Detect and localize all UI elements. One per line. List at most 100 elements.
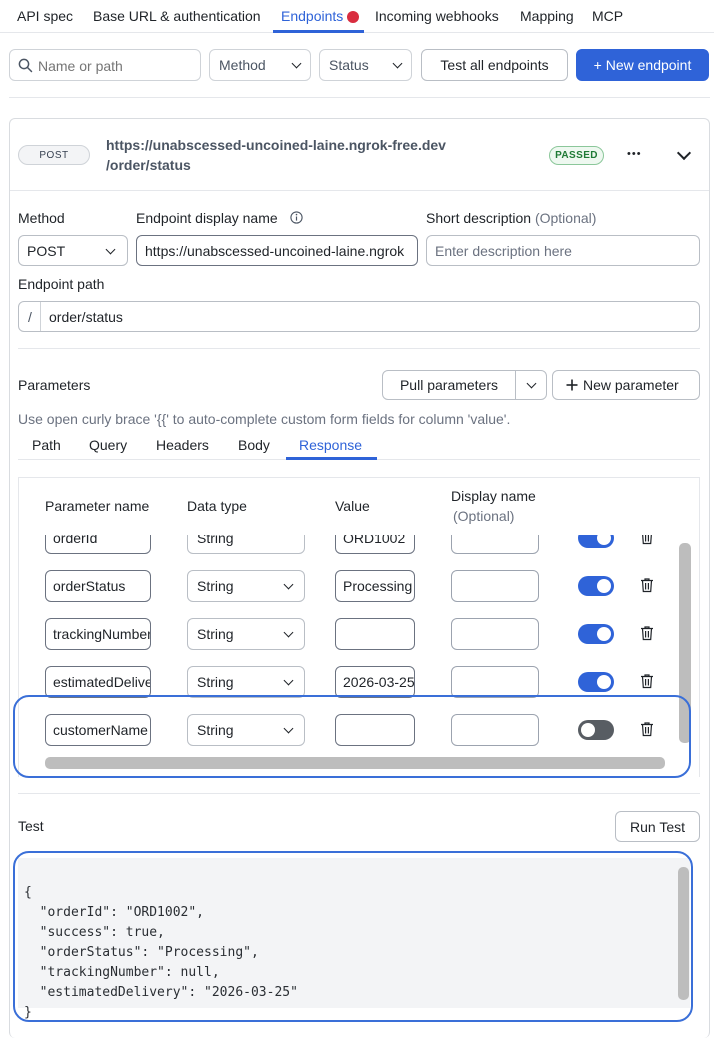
tab-response[interactable]: Response (299, 437, 362, 453)
trash-icon[interactable] (640, 535, 654, 545)
divider (18, 793, 700, 794)
pull-parameters-dropdown[interactable] (515, 370, 547, 400)
test-title: Test (18, 818, 44, 834)
param-type-select[interactable]: String (187, 570, 305, 602)
divider (18, 348, 700, 349)
table-row: trackingNumber String (19, 610, 699, 658)
response-highlight (13, 851, 693, 1022)
column-parameter-name: Parameter name (45, 498, 150, 514)
chevron-down-icon (526, 378, 537, 389)
status-filter-label: Status (329, 57, 369, 73)
path-prefix-divider (40, 302, 41, 331)
tab-incoming-webhooks[interactable]: Incoming webhooks (375, 8, 499, 24)
param-value-input[interactable]: 2026-03-25 (335, 666, 415, 698)
tab-headers[interactable]: Headers (156, 437, 209, 453)
tab-base-url-auth[interactable]: Base URL & authentication (93, 8, 261, 24)
short-description-input[interactable]: Enter description here (426, 235, 700, 266)
param-type-value: String (197, 674, 234, 690)
tab-body[interactable]: Body (238, 437, 270, 453)
param-name-input[interactable]: orderStatus (45, 570, 151, 602)
column-display-optional: (Optional) (453, 508, 515, 524)
param-value-input[interactable] (335, 618, 415, 650)
trash-icon[interactable] (640, 625, 654, 641)
endpoint-url-host[interactable]: https://unabscessed-uncoined-laine.ngrok… (106, 137, 446, 153)
param-type-value: String (197, 626, 234, 642)
param-type-value: String (197, 578, 234, 594)
top-tab-bar: API spec Base URL & authentication Endpo… (0, 0, 714, 33)
subtab-indicator (286, 457, 377, 460)
run-test-button[interactable]: Run Test (615, 811, 700, 842)
param-display-input[interactable] (451, 618, 539, 650)
parameters-hint: Use open curly brace '{{' to auto-comple… (18, 411, 511, 427)
divider (9, 97, 710, 98)
pull-parameters-button[interactable]: Pull parameters (382, 370, 516, 400)
method-label: Method (18, 210, 65, 226)
new-parameter-button[interactable]: New parameter (552, 370, 700, 400)
trash-icon[interactable] (640, 673, 654, 689)
new-endpoint-button[interactable]: + New endpoint (576, 49, 709, 81)
tab-query[interactable]: Query (89, 437, 127, 453)
tab-api-spec[interactable]: API spec (17, 8, 73, 24)
param-enabled-toggle[interactable] (578, 535, 614, 548)
tab-path[interactable]: Path (32, 437, 61, 453)
search-icon (18, 58, 33, 73)
endpoint-path-field: / order/status (18, 301, 700, 332)
param-enabled-toggle[interactable] (578, 576, 614, 596)
endpoint-path-label: Endpoint path (18, 276, 105, 292)
param-value-input[interactable]: ORD1002 (335, 535, 415, 554)
param-type-select[interactable]: String (187, 666, 305, 698)
info-icon[interactable] (290, 211, 303, 224)
path-prefix: / (28, 309, 32, 325)
chevron-down-icon (283, 579, 294, 590)
param-value-input[interactable]: Processing (335, 570, 415, 602)
divider (10, 190, 709, 191)
chevron-down-icon (283, 627, 294, 638)
status-badge: PASSED (549, 146, 604, 165)
active-tab-indicator (273, 30, 364, 33)
chevron-down-icon (283, 675, 294, 686)
param-display-input[interactable] (451, 666, 539, 698)
chevron-down-icon (392, 58, 403, 69)
method-select[interactable]: POST (18, 235, 128, 266)
table-row: orderStatus String Processing (19, 562, 699, 610)
plus-icon (566, 379, 578, 391)
trash-icon[interactable] (640, 577, 654, 593)
column-value: Value (335, 498, 370, 514)
parameters-title: Parameters (18, 377, 91, 393)
method-filter-label: Method (219, 57, 266, 73)
param-display-input[interactable] (451, 570, 539, 602)
new-parameter-label: New parameter (583, 377, 679, 393)
column-display-name: Display name (451, 488, 536, 504)
chevron-down-icon (291, 58, 302, 69)
param-enabled-toggle[interactable] (578, 624, 614, 644)
status-filter-select[interactable]: Status (319, 49, 412, 81)
param-type-select[interactable]: String (187, 535, 305, 554)
search-box (9, 49, 201, 81)
tab-mapping[interactable]: Mapping (520, 8, 574, 24)
endpoint-url-path[interactable]: /order/status (106, 157, 191, 173)
tab-mcp[interactable]: MCP (592, 8, 623, 24)
display-name-input[interactable]: https://unabscessed-uncoined-laine.ngrok (136, 235, 418, 266)
table-header: Parameter name Data type Value Display n… (19, 478, 699, 535)
method-filter-select[interactable]: Method (209, 49, 311, 81)
endpoint-path-input[interactable]: order/status (49, 309, 123, 325)
notification-dot (347, 11, 359, 23)
short-description-label: Short description (Optional) (426, 210, 597, 226)
column-data-type: Data type (187, 498, 247, 514)
param-name-input[interactable]: trackingNumber (45, 618, 151, 650)
param-type-select[interactable]: String (187, 618, 305, 650)
param-name-input[interactable]: estimatedDelivery (45, 666, 151, 698)
table-row: orderId String ORD1002 (19, 535, 699, 562)
row-highlight (13, 695, 691, 778)
param-display-input[interactable] (451, 535, 539, 554)
display-name-label: Endpoint display name (136, 210, 278, 226)
method-badge: POST (18, 145, 90, 165)
method-select-value: POST (27, 242, 66, 259)
param-enabled-toggle[interactable] (578, 672, 614, 692)
param-type-value: String (197, 535, 234, 546)
search-input[interactable] (38, 56, 196, 76)
param-name-input[interactable]: orderId (45, 535, 151, 554)
test-all-endpoints-button[interactable]: Test all endpoints (421, 49, 568, 81)
tab-endpoints[interactable]: Endpoints (281, 8, 343, 24)
more-options-icon[interactable]: ••• (627, 148, 642, 160)
